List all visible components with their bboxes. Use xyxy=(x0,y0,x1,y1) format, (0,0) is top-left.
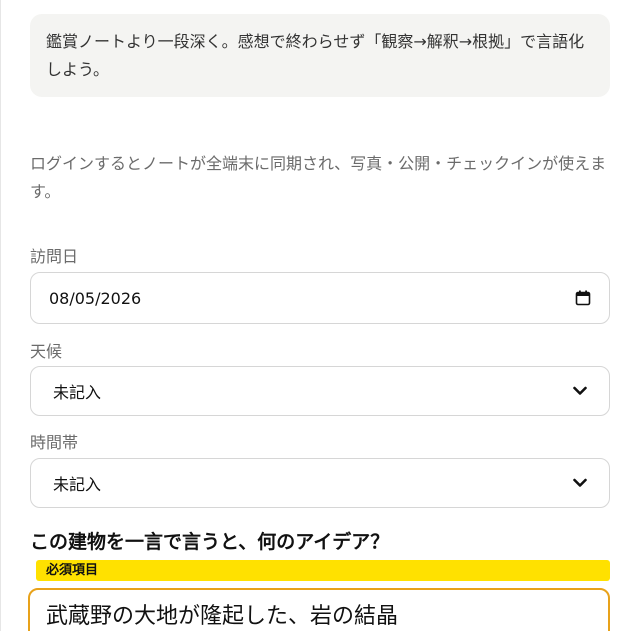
answer-textarea[interactable]: 武蔵野の大地が隆起した、岩の結晶 xyxy=(28,588,610,631)
weather-selected-value: 未記入 xyxy=(53,383,102,402)
left-border xyxy=(0,0,1,631)
visit-date-input[interactable]: 08/05/2026 xyxy=(30,272,610,324)
question-heading: この建物を一言で言うと、何のアイデア？ xyxy=(30,531,390,553)
required-badge: 必須項目 xyxy=(36,560,610,581)
answer-value: 武蔵野の大地が隆起した、岩の結晶 xyxy=(46,604,399,629)
weather-select[interactable]: 未記入 xyxy=(30,366,610,416)
visit-date-label: 訪問日 xyxy=(30,247,79,266)
calendar-icon[interactable] xyxy=(575,290,591,306)
intro-text: 鑑賞ノートより一段深く。感想で終わらせず「観察→解釈→根拠」で言語化しよう。 xyxy=(46,32,585,79)
visit-date-value: 08/05/2026 xyxy=(49,288,142,308)
chevron-down-icon xyxy=(573,386,587,395)
time-of-day-selected-value: 未記入 xyxy=(53,475,102,494)
time-of-day-select[interactable]: 未記入 xyxy=(30,458,610,508)
chevron-down-icon xyxy=(573,478,587,487)
login-notice: ログインするとノートが全端末に同期され、写真・公開・チェックインが使えます。 xyxy=(30,154,607,201)
intro-callout: 鑑賞ノートより一段深く。感想で終わらせず「観察→解釈→根拠」で言語化しよう。 xyxy=(30,14,610,97)
time-of-day-label: 時間帯 xyxy=(30,433,79,452)
weather-label: 天候 xyxy=(30,342,63,361)
